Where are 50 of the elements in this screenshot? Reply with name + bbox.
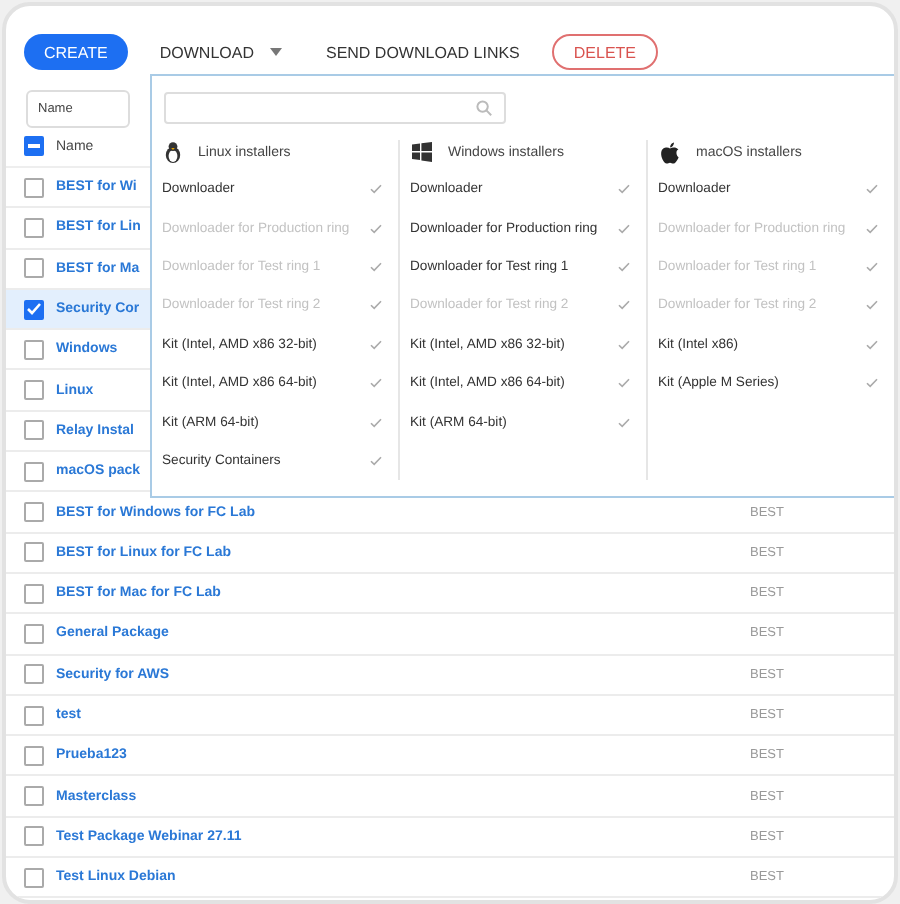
check-icon (370, 223, 382, 234)
row-checkbox[interactable] (24, 745, 44, 766)
row-checkbox[interactable] (24, 258, 44, 279)
windows-icon (412, 142, 432, 162)
row-checkbox[interactable] (24, 339, 44, 360)
row-checkbox[interactable] (24, 583, 44, 604)
select-all-checkbox[interactable] (24, 136, 44, 156)
check-icon (370, 261, 382, 272)
row-checkbox[interactable] (24, 299, 44, 320)
check-icon (866, 339, 878, 350)
dropdown-button[interactable]: DOWNLOAD (147, 34, 294, 70)
check-icon (866, 261, 878, 272)
row-checkbox[interactable] (24, 705, 44, 725)
penguin-icon (164, 141, 182, 163)
check-icon (866, 300, 878, 311)
row-checkbox[interactable] (24, 542, 44, 563)
check-icon (618, 184, 630, 195)
check-icon (618, 378, 630, 389)
row-checkbox[interactable] (24, 867, 44, 888)
check-icon (618, 417, 630, 428)
text-button[interactable]: SEND DOWNLOAD LINKS (313, 34, 532, 70)
check-icon (618, 339, 630, 350)
check-icon (370, 455, 382, 466)
caret-icon (269, 48, 282, 56)
search-icon (476, 100, 492, 116)
row-checkbox[interactable] (24, 664, 44, 685)
apple-icon (660, 141, 680, 163)
check-icon (866, 184, 878, 195)
check-icon (866, 223, 878, 234)
row-checkbox[interactable] (24, 380, 44, 401)
check-icon (370, 417, 382, 428)
row-checkbox[interactable] (24, 623, 44, 644)
check-icon (866, 378, 878, 389)
row-checkbox[interactable] (24, 217, 44, 238)
create-button[interactable]: CREATE (24, 34, 128, 70)
row-checkbox[interactable] (24, 177, 44, 198)
search-field[interactable] (164, 92, 506, 124)
row-checkbox[interactable] (24, 786, 44, 807)
row-checkbox[interactable] (24, 826, 44, 847)
row-checkbox[interactable] (24, 420, 44, 441)
check-icon (618, 300, 630, 311)
check-icon (370, 339, 382, 350)
check-icon (618, 223, 630, 234)
row-checkbox[interactable] (24, 461, 44, 482)
check-icon (370, 378, 382, 389)
check-icon (618, 261, 630, 272)
check-icon (370, 184, 382, 195)
check-icon (370, 300, 382, 311)
delete-button[interactable]: DELETE (551, 34, 659, 70)
row-checkbox[interactable] (24, 502, 44, 523)
